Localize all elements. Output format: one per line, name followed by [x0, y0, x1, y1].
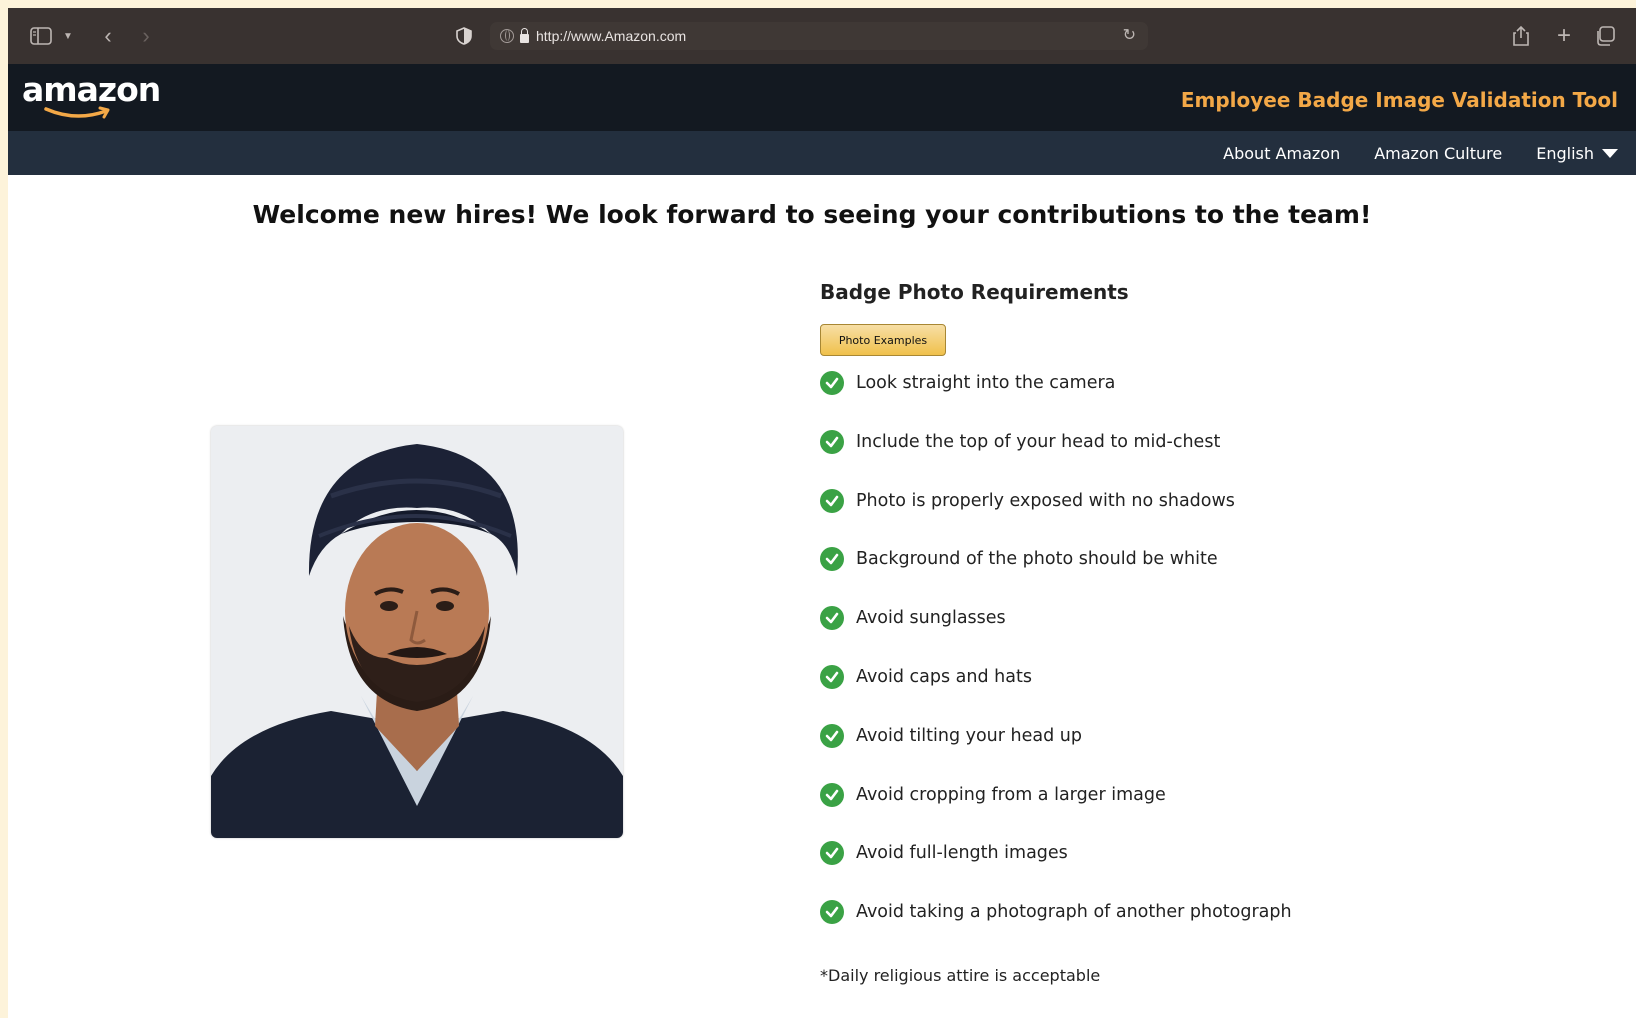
requirement-text: Avoid taking a photograph of another pho…	[856, 902, 1292, 923]
check-circle-icon	[820, 900, 844, 925]
check-circle-icon	[820, 841, 844, 866]
list-item: Avoid sunglasses	[820, 606, 1292, 666]
check-circle-icon	[820, 371, 844, 395]
check-circle-icon	[820, 606, 844, 631]
check-circle-icon	[820, 547, 844, 572]
badge-photo	[211, 426, 623, 838]
share-icon[interactable]	[1508, 8, 1534, 64]
tab-overview-icon[interactable]	[1592, 8, 1618, 64]
requirement-text: Avoid sunglasses	[856, 608, 1006, 629]
list-item: Background of the photo should be white	[820, 547, 1292, 607]
nav-about-amazon[interactable]: About Amazon	[1223, 144, 1340, 163]
photo-examples-button[interactable]: Photo Examples	[820, 324, 946, 356]
list-item: Avoid caps and hats	[820, 664, 1292, 725]
browser-window: ▼ ‹ › http://www.Amazon.com ↻ + amazon E…	[8, 8, 1636, 1018]
globe-icon	[500, 29, 514, 43]
language-label: English	[1536, 143, 1594, 163]
requirement-text: Avoid full-length images	[856, 843, 1068, 864]
chevron-down-icon[interactable]: ▼	[60, 8, 76, 64]
caret-down-icon	[1602, 148, 1618, 158]
requirement-text: Include the top of your head to mid-ches…	[856, 431, 1221, 452]
list-item: Avoid cropping from a larger image	[820, 782, 1292, 843]
check-circle-icon	[820, 782, 844, 807]
address-bar[interactable]: http://www.Amazon.com ↻	[490, 22, 1148, 50]
reload-icon[interactable]: ↻	[1123, 25, 1136, 45]
religious-attire-note: *Daily religious attire is acceptable	[820, 966, 1101, 985]
list-item: Photo is properly exposed with no shadow…	[820, 488, 1292, 549]
site-nav: About Amazon Amazon Culture English	[8, 131, 1636, 175]
requirement-text: Photo is properly exposed with no shadow…	[856, 490, 1235, 511]
tool-title: Employee Badge Image Validation Tool	[1180, 88, 1618, 112]
requirements-title: Badge Photo Requirements	[820, 280, 1129, 304]
requirement-text: Avoid tilting your head up	[856, 725, 1082, 746]
check-circle-icon	[820, 488, 844, 513]
check-circle-icon	[820, 664, 844, 689]
list-item: Avoid tilting your head up	[820, 723, 1292, 784]
privacy-shield-icon[interactable]	[452, 8, 476, 64]
list-item: Look straight into the camera	[820, 371, 1292, 431]
list-item: Avoid full-length images	[820, 841, 1292, 901]
list-item: Include the top of your head to mid-ches…	[820, 429, 1292, 490]
requirement-text: Look straight into the camera	[856, 373, 1116, 393]
nav-amazon-culture[interactable]: Amazon Culture	[1374, 144, 1502, 163]
amazon-smile-icon	[44, 106, 110, 119]
back-arrow-icon[interactable]: ‹	[96, 8, 120, 64]
requirement-text: Avoid caps and hats	[856, 666, 1032, 687]
sidebar-toggle-icon[interactable]	[26, 8, 56, 64]
list-item: Avoid taking a photograph of another pho…	[820, 900, 1292, 960]
site-header: amazon Employee Badge Image Validation T…	[8, 64, 1636, 131]
requirement-text: Background of the photo should be white	[856, 549, 1218, 570]
amazon-logo[interactable]: amazon	[22, 70, 161, 109]
forward-arrow-icon[interactable]: ›	[134, 8, 158, 64]
browser-toolbar: ▼ ‹ › http://www.Amazon.com ↻ +	[8, 8, 1636, 64]
check-circle-icon	[820, 723, 844, 748]
requirement-text: Avoid cropping from a larger image	[856, 784, 1166, 805]
welcome-heading: Welcome new hires! We look forward to se…	[252, 200, 1372, 229]
lock-icon	[520, 27, 529, 43]
new-tab-icon[interactable]: +	[1552, 8, 1576, 64]
check-circle-icon	[820, 429, 844, 454]
url-text: http://www.Amazon.com	[536, 28, 687, 44]
language-selector[interactable]: English	[1536, 144, 1618, 163]
requirements-list: Look straight into the camera Include th…	[820, 371, 1292, 960]
